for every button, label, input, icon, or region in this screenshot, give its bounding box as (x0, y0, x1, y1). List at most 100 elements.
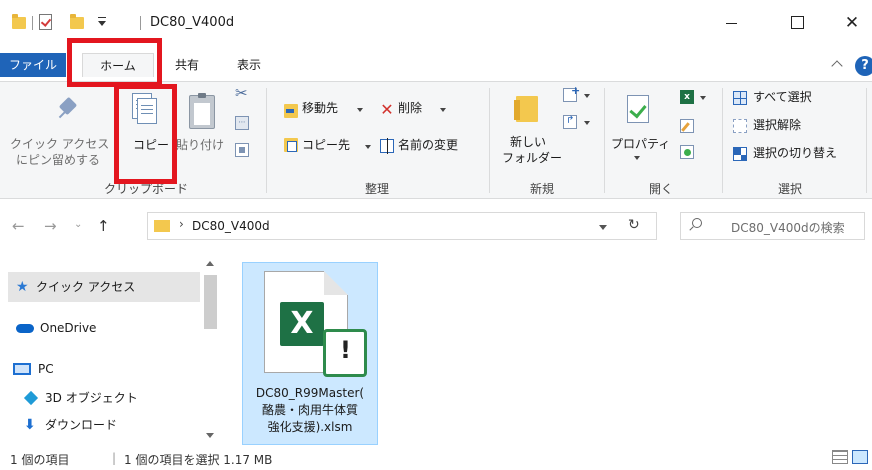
folder-icon (12, 14, 26, 29)
chevron-down-icon[interactable] (365, 145, 371, 149)
edit-icon[interactable] (680, 119, 694, 133)
scrollbar[interactable] (202, 253, 219, 445)
copy-icon-front (137, 98, 157, 124)
breadcrumb-chevron-icon[interactable]: › (179, 217, 184, 231)
tab-file[interactable]: ファイル (0, 53, 66, 77)
navigation-pane: ★ クイック アクセス OneDrive PC 3D オブジェクト ⬇ ダウンロ… (0, 253, 222, 445)
paste-icon (189, 93, 215, 129)
chevron-down-icon[interactable] (584, 121, 590, 125)
status-bar: 1 個の項目 | 1 個の項目を選択 1.17 MB (0, 445, 872, 470)
star-icon: ★ (16, 279, 29, 295)
navigation-bar: ← → ⌄ ↑ › DC80_V400d ↻ DC80_V400dの検索 (0, 199, 872, 253)
scroll-up-icon[interactable] (206, 261, 214, 266)
back-arrow-icon[interactable]: ← (12, 217, 25, 235)
copy-to-button[interactable]: コピー先 (302, 138, 350, 153)
status-separator: | (112, 451, 117, 465)
scrollbar-thumb[interactable] (204, 275, 217, 329)
properties-button[interactable]: プロパティ (611, 137, 670, 152)
select-none-button[interactable]: 選択解除 (753, 118, 801, 133)
easy-access-icon[interactable] (563, 115, 577, 129)
cube-icon (23, 390, 39, 406)
folder-icon (154, 220, 170, 232)
move-to-button[interactable]: 移動先 (302, 101, 338, 116)
cut-icon[interactable]: ✂ (235, 86, 249, 101)
recent-locations-icon[interactable]: ⌄ (74, 219, 82, 230)
forward-arrow-icon[interactable]: → (44, 217, 57, 235)
invert-selection-button[interactable]: 選択の切り替え (753, 146, 837, 161)
select-all-button[interactable]: すべて選択 (753, 90, 812, 105)
title-bar: DC80_V400d ✕ (0, 0, 872, 48)
address-bar[interactable]: › DC80_V400d ↻ (147, 212, 657, 240)
minimize-button[interactable] (712, 10, 752, 36)
exclamation-icon: ! (340, 336, 351, 364)
selection-info: 1 個の項目を選択 1.17 MB (124, 453, 273, 467)
customize-toolbar-icon[interactable] (96, 17, 108, 29)
excel-icon[interactable]: x (680, 90, 694, 104)
paste-shortcut-icon[interactable] (235, 143, 249, 157)
page-fold (324, 271, 348, 295)
nav-item-onedrive[interactable]: OneDrive (8, 313, 200, 343)
pin-quick-access-button[interactable]: クイック アクセス (10, 137, 109, 152)
tab-view[interactable]: 表示 (228, 53, 270, 77)
ribbon-tabs: ファイル ホーム 共有 表示 ? (0, 48, 872, 81)
help-button[interactable]: ? (855, 56, 872, 76)
tab-home[interactable]: ホーム (82, 53, 154, 77)
nav-item-downloads[interactable]: ⬇ ダウンロード (8, 410, 200, 440)
properties-icon (627, 95, 649, 123)
group-label-open: 開く (649, 182, 674, 196)
breadcrumb[interactable]: DC80_V400d (192, 219, 270, 233)
delete-icon: ✕ (380, 100, 394, 119)
nav-item-3d-objects[interactable]: 3D オブジェクト (8, 383, 200, 413)
new-folder-label: フォルダー (502, 151, 563, 165)
chevron-down-icon[interactable] (634, 156, 640, 160)
group-label-new: 新規 (530, 182, 555, 196)
copy-path-icon[interactable]: ⋯ (235, 116, 249, 130)
new-item-icon[interactable] (563, 84, 580, 102)
chevron-down-icon[interactable] (584, 94, 590, 98)
macro-warning-icon: ! (323, 329, 367, 377)
search-box[interactable]: DC80_V400dの検索 (680, 212, 865, 240)
rename-button[interactable]: 名前の変更 (398, 138, 458, 153)
search-icon (692, 218, 702, 228)
move-to-icon (284, 104, 298, 118)
nav-item-pc[interactable]: PC (8, 354, 200, 384)
chevron-down-icon[interactable] (700, 96, 706, 100)
tab-share[interactable]: 共有 (166, 53, 208, 77)
properties-quick-icon[interactable] (39, 14, 52, 30)
scroll-down-icon[interactable] (206, 433, 214, 438)
details-view-icon[interactable] (832, 450, 848, 464)
up-arrow-icon[interactable]: ↑ (97, 217, 110, 235)
large-icons-view-icon[interactable] (852, 450, 868, 464)
maximize-button[interactable] (777, 10, 817, 36)
copy-to-icon (284, 138, 298, 152)
paste-button[interactable]: 貼り付け (176, 138, 224, 153)
file-name-line: 強化支援).xlsm (267, 420, 353, 434)
select-all-icon (733, 91, 747, 105)
nav-item-label: OneDrive (40, 321, 97, 335)
search-input[interactable]: DC80_V400dの検索 (731, 219, 845, 236)
copy-button[interactable]: コピー (133, 138, 169, 153)
chevron-down-icon[interactable] (440, 108, 446, 112)
new-folder-button[interactable]: 新しい (510, 135, 546, 150)
group-separator (722, 88, 723, 193)
file-name-line: DC80_R99Master( (255, 386, 365, 400)
close-button[interactable]: ✕ (832, 10, 872, 36)
group-separator (866, 88, 867, 193)
new-folder-quick-icon[interactable] (70, 14, 84, 29)
delete-button[interactable]: 削除 (398, 101, 422, 116)
excel-icon: X (280, 302, 324, 346)
ribbon: クイック アクセス にピン留めする コピー 貼り付け ✂ ⋯ クリップボード 移… (0, 81, 872, 199)
group-separator (604, 88, 605, 193)
nav-item-quick-access[interactable]: ★ クイック アクセス (8, 272, 200, 302)
refresh-icon[interactable]: ↻ (628, 217, 640, 233)
group-label-organize: 整理 (365, 182, 390, 196)
address-history-dropdown-icon[interactable] (599, 225, 607, 230)
group-label-clipboard: クリップボード (104, 182, 189, 196)
collapse-ribbon-icon[interactable] (831, 60, 843, 72)
nav-item-label: ダウンロード (45, 418, 118, 432)
computer-icon (13, 363, 31, 375)
chevron-down-icon[interactable] (357, 108, 363, 112)
file-item[interactable]: X ! DC80_R99Master( 酪農・肉用牛体質 強化支援).xlsm (242, 262, 378, 445)
group-separator (489, 88, 490, 193)
history-icon[interactable] (680, 145, 694, 159)
